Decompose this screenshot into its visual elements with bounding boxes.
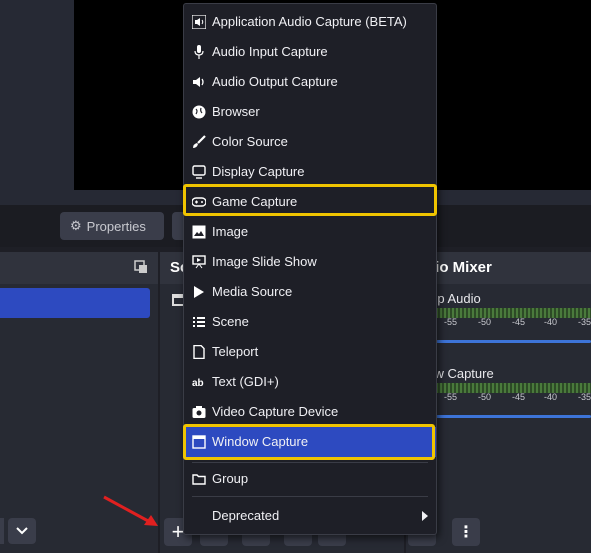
menu-item-label: Text (GDI+) — [212, 374, 279, 389]
speaker-icon — [192, 15, 206, 29]
undock-icon[interactable] — [134, 260, 148, 274]
menu-separator — [192, 462, 428, 463]
menu-item-label: Image — [212, 224, 249, 239]
gear-icon: ⚙ — [70, 218, 82, 233]
menu-item-label: Scene — [212, 314, 249, 329]
menu-item-label: Audio Input Capture — [212, 44, 328, 59]
menu-item-video-capture-device[interactable]: Video Capture Device — [184, 397, 436, 427]
properties-label: Properties — [86, 218, 146, 234]
menu-item-label: Video Capture Device — [212, 404, 339, 419]
menu-item-label: Deprecated — [212, 508, 280, 523]
canvas-border — [0, 0, 74, 205]
menu-item-media-source[interactable]: Media Source — [184, 277, 436, 307]
speaker-icon — [193, 77, 204, 87]
mixer-menu-button[interactable]: ⋮ — [452, 518, 480, 546]
text-icon: ab — [192, 378, 204, 389]
menu-item-text-gdi[interactable]: ab Text (GDI+) — [184, 367, 436, 397]
meter-tick: -55 — [444, 392, 458, 402]
chevron-down-icon — [16, 527, 28, 535]
svg-text:ab: ab — [192, 378, 204, 389]
volume-fader[interactable] — [436, 340, 591, 343]
selected-scene-row[interactable] — [0, 288, 150, 318]
menu-item-label: Media Source — [212, 284, 293, 299]
list-icon — [193, 317, 205, 327]
menu-item-audio-input-capture[interactable]: Audio Input Capture — [184, 37, 436, 67]
camera-icon — [192, 406, 206, 418]
highlight-box — [183, 424, 435, 460]
monitor-icon — [192, 165, 206, 179]
menu-item-label: Application Audio Capture (BETA) — [212, 14, 407, 29]
meter-tick: -40 — [544, 392, 558, 402]
meter-tick: -35 — [578, 317, 591, 327]
play-icon — [194, 286, 204, 298]
scene-move-down-button[interactable] — [8, 518, 36, 544]
menu-item-label: Audio Output Capture — [212, 74, 338, 89]
meter-tick: -40 — [544, 317, 558, 327]
meter-tick: -45 — [512, 392, 526, 402]
meter-tick: -55 — [444, 317, 458, 327]
paintbrush-icon — [193, 135, 206, 148]
meter-tick: -50 — [478, 392, 492, 402]
volume-fader[interactable] — [436, 415, 591, 418]
menu-item-teleport[interactable]: Teleport — [184, 337, 436, 367]
image-icon — [192, 225, 206, 239]
menu-item-label: Browser — [212, 104, 260, 119]
menu-item-image[interactable]: Image — [184, 217, 436, 247]
menu-item-label: Color Source — [212, 134, 288, 149]
menu-item-deprecated[interactable]: Deprecated — [184, 501, 436, 531]
menu-item-label: Display Capture — [212, 164, 305, 179]
menu-item-application-audio-capture[interactable]: Application Audio Capture (BETA) — [184, 7, 436, 37]
menu-item-label: Image Slide Show — [212, 254, 317, 269]
properties-button[interactable]: ⚙ Properties — [60, 212, 164, 240]
microphone-icon — [194, 45, 204, 59]
chevron-right-icon — [422, 511, 428, 521]
menu-item-image-slide-show[interactable]: Image Slide Show — [184, 247, 436, 277]
globe-icon — [192, 105, 206, 119]
scene-toolbar-button[interactable] — [0, 518, 4, 544]
meter-tick: -45 — [512, 317, 526, 327]
annotation-arrow-icon — [103, 495, 158, 526]
menu-item-label: Teleport — [212, 344, 259, 359]
menu-item-audio-output-capture[interactable]: Audio Output Capture — [184, 67, 436, 97]
slideshow-icon — [192, 255, 206, 269]
menu-item-browser[interactable]: Browser — [184, 97, 436, 127]
menu-item-display-capture[interactable]: Display Capture — [184, 157, 436, 187]
menu-item-group[interactable]: Group — [184, 464, 436, 494]
menu-item-label: Group — [212, 471, 249, 486]
menu-item-scene[interactable]: Scene — [184, 307, 436, 337]
meter-tick: -50 — [478, 317, 492, 327]
menu-item-color-source[interactable]: Color Source — [184, 127, 436, 157]
menu-separator — [192, 496, 428, 497]
meter-tick: -35 — [578, 392, 591, 402]
document-icon — [193, 345, 205, 359]
meter-ticks: -55 -50 -45 -40 -35 — [436, 392, 591, 404]
folder-icon — [192, 474, 206, 485]
more-icon: ⋮ — [458, 524, 474, 541]
meter-ticks: -55 -50 -45 -40 -35 — [436, 317, 591, 329]
highlight-box — [183, 184, 437, 216]
